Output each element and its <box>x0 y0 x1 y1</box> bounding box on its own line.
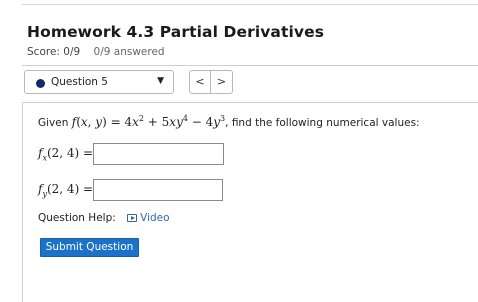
prompt-start: Given <box>38 117 72 129</box>
part-b-label: fy(2, 4) = <box>38 182 94 199</box>
question-select[interactable]: Question 5 ▼ <box>24 70 174 94</box>
answered-count: 0/9 answered <box>93 46 165 58</box>
top-divider <box>22 4 478 5</box>
video-help-link[interactable]: Video <box>127 212 170 224</box>
chevron-down-icon: ▼ <box>157 76 164 86</box>
question-select-label: Question 5 <box>51 76 108 88</box>
video-link-label: Video <box>140 212 170 224</box>
score-text: Score: 0/9 <box>27 46 81 58</box>
submit-question-button[interactable]: Submit Question <box>40 238 139 257</box>
question-help: Question Help: Video <box>38 212 170 224</box>
score-summary: Score: 0/9 0/9 answered <box>27 46 165 58</box>
fx-answer-input[interactable] <box>93 143 224 165</box>
question-status-dot-icon <box>36 79 45 88</box>
header-divider <box>22 65 478 66</box>
question-help-label: Question Help: <box>38 212 116 224</box>
previous-question-button[interactable]: < <box>189 70 211 94</box>
question-prompt: Given f(x, y) = 4x2 + 5xy4 − 4y3, find t… <box>38 114 420 129</box>
page-title: Homework 4.3 Partial Derivatives <box>27 23 325 41</box>
question-panel <box>22 102 478 302</box>
function-expression: f(x, y) = 4x2 + 5xy4 − 4y3 <box>71 114 226 129</box>
next-question-button[interactable]: > <box>211 70 233 94</box>
prompt-end: , find the following numerical values: <box>225 117 420 129</box>
fy-answer-input[interactable] <box>93 179 223 201</box>
video-icon <box>127 214 138 222</box>
part-a-label: fx(2, 4) = <box>38 146 94 163</box>
